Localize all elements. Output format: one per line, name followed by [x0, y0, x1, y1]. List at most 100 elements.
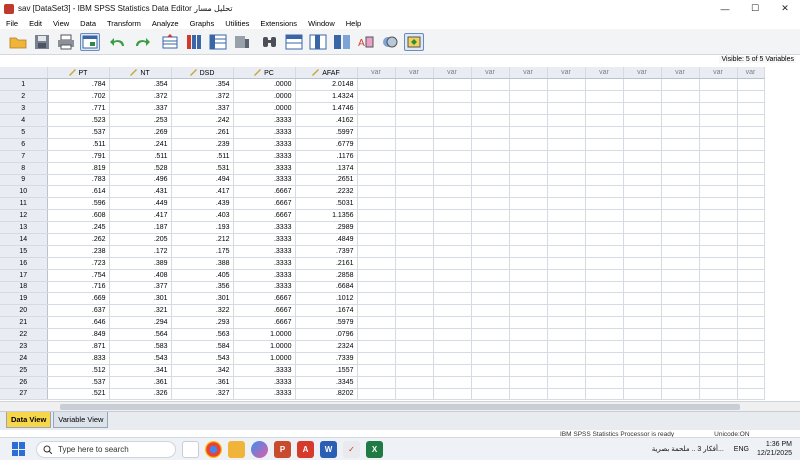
empty-cell[interactable] — [357, 197, 396, 211]
use-variable-sets-icon[interactable] — [404, 32, 424, 51]
data-cell[interactable]: .3333 — [233, 364, 296, 377]
data-cell[interactable]: .0000 — [233, 102, 296, 116]
menu-window[interactable]: Window — [308, 19, 335, 28]
empty-cell[interactable] — [623, 257, 662, 270]
empty-cell[interactable] — [661, 245, 700, 258]
empty-cell[interactable] — [661, 102, 700, 116]
empty-cell[interactable] — [509, 388, 548, 401]
empty-cell[interactable] — [699, 102, 738, 116]
empty-cell[interactable] — [661, 292, 700, 306]
empty-cell[interactable] — [471, 150, 510, 163]
empty-cell[interactable] — [623, 269, 662, 282]
empty-cell[interactable] — [547, 114, 586, 127]
data-cell[interactable]: .6779 — [295, 138, 358, 151]
empty-cell[interactable] — [623, 174, 662, 187]
data-cell[interactable]: .1674 — [295, 304, 358, 318]
empty-cell[interactable] — [661, 162, 700, 175]
empty-cell[interactable] — [585, 281, 624, 294]
data-cell[interactable]: .356 — [171, 281, 234, 294]
empty-cell[interactable] — [433, 304, 472, 318]
task-view-icon[interactable] — [182, 440, 199, 458]
empty-variable-header[interactable]: var — [699, 67, 738, 80]
data-cell[interactable]: .4849 — [295, 233, 358, 246]
data-cell[interactable]: .361 — [109, 376, 172, 389]
empty-cell[interactable] — [357, 78, 396, 92]
empty-cell[interactable] — [623, 90, 662, 104]
empty-cell[interactable] — [509, 150, 548, 163]
empty-variable-header[interactable]: var — [623, 67, 662, 80]
empty-cell[interactable] — [471, 292, 510, 306]
empty-cell[interactable] — [661, 197, 700, 211]
spss-taskbar-icon[interactable]: ✓ — [343, 440, 360, 458]
data-cell[interactable]: .496 — [109, 174, 172, 187]
save-icon[interactable] — [32, 33, 52, 51]
data-cell[interactable]: .242 — [171, 114, 234, 127]
empty-cell[interactable] — [623, 102, 662, 116]
empty-cell[interactable] — [395, 257, 434, 270]
empty-cell[interactable] — [585, 90, 624, 104]
empty-cell[interactable] — [433, 364, 472, 377]
data-cell[interactable]: .784 — [47, 78, 110, 92]
empty-cell[interactable] — [395, 185, 434, 199]
data-cell[interactable]: .175 — [171, 245, 234, 258]
empty-cell[interactable] — [433, 221, 472, 234]
empty-cell[interactable] — [623, 233, 662, 246]
row-number[interactable]: 2 — [0, 90, 48, 104]
empty-cell[interactable] — [509, 340, 548, 353]
empty-cell[interactable] — [471, 174, 510, 187]
empty-cell[interactable] — [737, 197, 765, 211]
empty-cell[interactable] — [547, 90, 586, 104]
data-cell[interactable]: 1.1356 — [295, 209, 358, 223]
empty-cell[interactable] — [623, 328, 662, 341]
empty-cell[interactable] — [547, 388, 586, 401]
empty-cell[interactable] — [433, 174, 472, 187]
empty-cell[interactable] — [471, 102, 510, 116]
data-cell[interactable]: .3333 — [233, 269, 296, 282]
empty-cell[interactable] — [471, 340, 510, 353]
empty-cell[interactable] — [699, 257, 738, 270]
empty-cell[interactable] — [433, 292, 472, 306]
data-cell[interactable]: .253 — [109, 114, 172, 127]
empty-cell[interactable] — [471, 185, 510, 199]
empty-cell[interactable] — [585, 102, 624, 116]
empty-cell[interactable] — [357, 138, 396, 151]
data-cell[interactable]: .2324 — [295, 340, 358, 353]
empty-cell[interactable] — [547, 221, 586, 234]
empty-cell[interactable] — [471, 281, 510, 294]
data-cell[interactable]: .262 — [47, 233, 110, 246]
empty-cell[interactable] — [471, 209, 510, 223]
empty-cell[interactable] — [737, 316, 765, 330]
empty-cell[interactable] — [623, 281, 662, 294]
empty-cell[interactable] — [623, 162, 662, 175]
empty-cell[interactable] — [433, 233, 472, 246]
data-cell[interactable]: .405 — [171, 269, 234, 282]
empty-cell[interactable] — [395, 78, 434, 92]
empty-cell[interactable] — [699, 90, 738, 104]
data-cell[interactable]: .0000 — [233, 90, 296, 104]
empty-cell[interactable] — [585, 78, 624, 92]
empty-cell[interactable] — [623, 114, 662, 127]
data-cell[interactable]: .439 — [171, 197, 234, 211]
data-cell[interactable]: .723 — [47, 257, 110, 270]
empty-cell[interactable] — [471, 78, 510, 92]
data-cell[interactable]: .449 — [109, 197, 172, 211]
empty-cell[interactable] — [623, 126, 662, 139]
row-number[interactable]: 7 — [0, 150, 48, 163]
empty-variable-header[interactable]: var — [433, 67, 472, 80]
empty-cell[interactable] — [661, 138, 700, 151]
goto-case-icon[interactable] — [160, 33, 180, 51]
excel-icon[interactable]: X — [366, 440, 383, 458]
empty-cell[interactable] — [547, 304, 586, 318]
variables-icon[interactable] — [208, 33, 228, 51]
empty-cell[interactable] — [395, 114, 434, 127]
data-cell[interactable]: .833 — [47, 352, 110, 365]
data-cell[interactable]: .193 — [171, 221, 234, 234]
menu-edit[interactable]: Edit — [29, 19, 42, 28]
empty-cell[interactable] — [623, 138, 662, 151]
data-cell[interactable]: .2858 — [295, 269, 358, 282]
empty-cell[interactable] — [357, 185, 396, 199]
empty-cell[interactable] — [433, 126, 472, 139]
data-cell[interactable]: .389 — [109, 257, 172, 270]
file-explorer-icon[interactable] — [228, 440, 245, 458]
empty-cell[interactable] — [357, 292, 396, 306]
